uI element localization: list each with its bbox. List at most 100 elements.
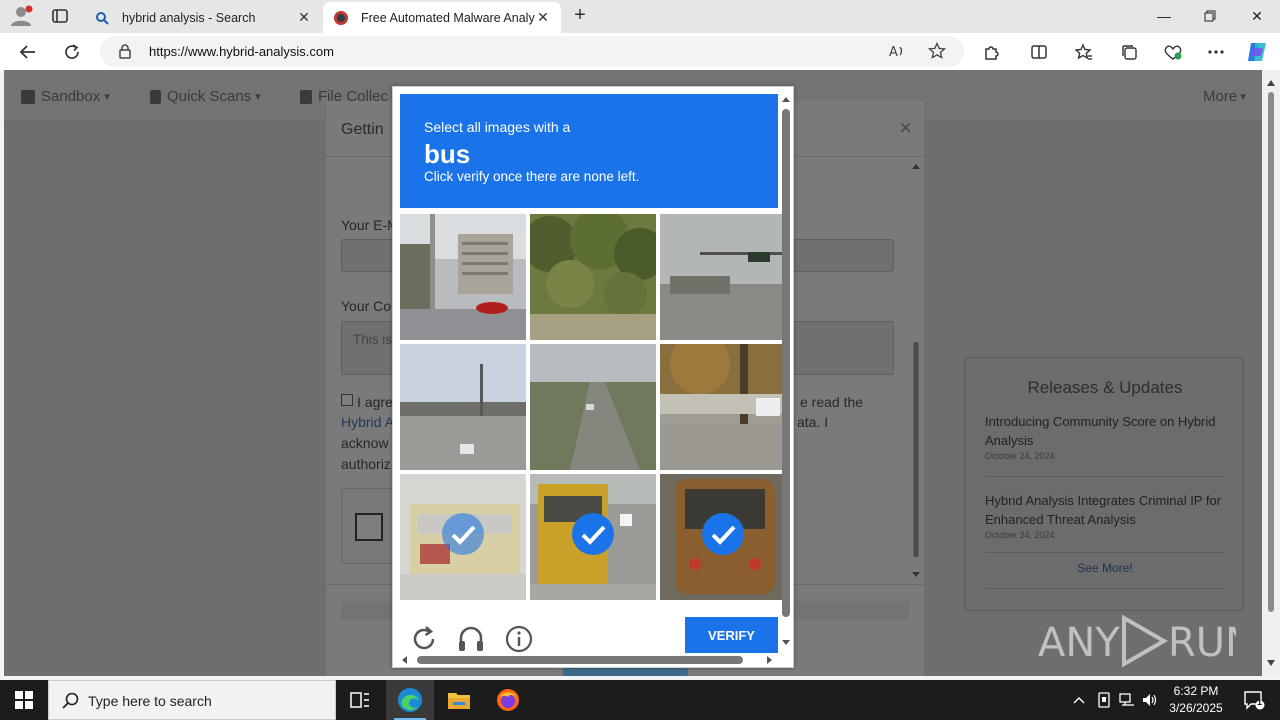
clock-date: 3/26/2025	[1169, 701, 1223, 715]
new-tab-button[interactable]: +	[568, 4, 592, 28]
files-icon	[300, 89, 312, 104]
agree-checkbox[interactable]	[341, 394, 353, 406]
captcha-horizontal-scrollbar[interactable]	[399, 653, 777, 665]
tab-hybrid-analysis[interactable]: Free Automated Malware Analysis ✕	[323, 2, 561, 33]
copilot-icon[interactable]	[1244, 39, 1270, 65]
audio-challenge-icon[interactable]	[456, 624, 486, 654]
agree-text: I agre	[357, 394, 393, 410]
nav-quick-scans[interactable]: Quick Scans ▾	[150, 88, 261, 105]
releases-title: Releases & Updates	[1027, 378, 1183, 397]
page-scrollbar[interactable]	[1262, 70, 1280, 676]
tab-title: Free Automated Malware Analysis	[361, 10, 535, 25]
verify-button[interactable]: VERIFY	[685, 617, 778, 653]
caret-down-icon: ▾	[255, 91, 261, 103]
file-explorer-icon[interactable]	[435, 680, 483, 720]
minimize-icon[interactable]: —	[1141, 0, 1187, 32]
divider	[985, 552, 1225, 553]
captcha-tile[interactable]	[660, 214, 786, 340]
taskbar-clock[interactable]: 6:32 PM 3/26/2025	[1160, 683, 1232, 717]
show-hidden-icons-icon[interactable]	[1068, 680, 1090, 720]
captcha-tile[interactable]	[530, 214, 656, 340]
url-text: https://www.hybrid-analysis.com	[149, 44, 334, 59]
browser-toolbar: https://www.hybrid-analysis.com A	[0, 33, 1280, 70]
nav-more[interactable]: More ▾	[1203, 88, 1246, 105]
captcha-vertical-scrollbar[interactable]	[780, 93, 792, 649]
favorite-star-icon[interactable]	[927, 41, 947, 65]
back-icon[interactable]	[15, 39, 41, 65]
nav-label: Sandbox	[41, 88, 101, 105]
collections-icon[interactable]	[1116, 39, 1142, 65]
windows-start-icon[interactable]	[0, 680, 48, 720]
browser-essentials-icon[interactable]	[1160, 39, 1186, 65]
captcha-tile-selected[interactable]	[660, 474, 786, 600]
modal-scrollbar[interactable]	[912, 161, 920, 581]
modal-title: Gettin	[341, 121, 384, 138]
volume-icon[interactable]	[1139, 680, 1161, 720]
captcha-tile[interactable]	[530, 344, 656, 470]
see-more-link[interactable]: See More!	[965, 561, 1245, 575]
restore-icon[interactable]	[1187, 0, 1233, 32]
close-tab-icon[interactable]: ✕	[535, 9, 551, 26]
reload-icon[interactable]	[409, 624, 439, 654]
captcha-target: bus	[424, 139, 471, 169]
split-screen-icon[interactable]	[1026, 39, 1052, 65]
terms-link[interactable]: Hybrid A	[341, 414, 394, 430]
captcha-header: Select all images with a bus Click verif…	[400, 94, 778, 208]
clock-time: 6:32 PM	[1173, 684, 1219, 698]
task-view-icon[interactable]	[336, 680, 384, 720]
close-window-icon[interactable]: ✕	[1234, 0, 1280, 32]
file-icon	[150, 89, 161, 104]
captcha-subtext: Click verify once there are none left.	[424, 169, 640, 184]
release-item[interactable]: Hybrid Analysis Integrates Criminal IP f…	[985, 491, 1225, 540]
agree-text-line4: authoriz	[341, 456, 391, 472]
release-date: October 24, 2024	[985, 530, 1055, 540]
releases-panel: Releases & Updates Introducing Community…	[964, 357, 1244, 611]
close-icon[interactable]: ×	[899, 115, 912, 141]
profile-icon[interactable]	[8, 4, 34, 28]
checkmark-icon	[442, 513, 484, 555]
nav-label: Quick Scans	[167, 88, 252, 105]
agree-text-line3: acknow	[341, 435, 389, 451]
read-aloud-icon[interactable]: A	[888, 42, 906, 65]
edge-taskbar-icon[interactable]	[386, 680, 434, 720]
divider	[985, 588, 1225, 589]
taskbar-search-box[interactable]: Type here to search	[48, 680, 336, 720]
svg-text:A: A	[889, 45, 898, 60]
info-icon[interactable]	[504, 624, 534, 654]
extensions-icon[interactable]	[978, 39, 1004, 65]
recaptcha-checkbox[interactable]	[355, 513, 383, 541]
nav-label: More	[1203, 88, 1238, 105]
email-label: Your E-M	[341, 217, 399, 233]
lock-icon[interactable]	[118, 43, 132, 64]
captcha-tile-selected[interactable]	[530, 474, 656, 600]
device-icon[interactable]	[1093, 680, 1115, 720]
nav-sandbox[interactable]: Sandbox ▾	[21, 88, 110, 105]
caret-down-icon: ▾	[1240, 91, 1246, 103]
firefox-icon[interactable]	[484, 680, 532, 720]
captcha-instruction: Select all images with a	[424, 119, 571, 135]
address-bar[interactable]: https://www.hybrid-analysis.com A	[100, 36, 964, 67]
tab-search[interactable]: hybrid analysis - Search ✕	[84, 2, 322, 33]
submit-button[interactable]	[563, 668, 688, 676]
release-title: Introducing Community Score on Hybrid An…	[985, 414, 1216, 448]
network-icon[interactable]	[1116, 680, 1138, 720]
cube-icon	[21, 89, 35, 104]
refresh-icon[interactable]	[59, 39, 85, 65]
release-item[interactable]: Introducing Community Score on Hybrid An…	[985, 412, 1225, 461]
tab-actions-icon[interactable]	[50, 6, 70, 26]
caret-down-icon: ▾	[104, 91, 110, 103]
favorites-icon[interactable]	[1071, 39, 1097, 65]
captcha-challenge: Select all images with a bus Click verif…	[392, 86, 794, 668]
more-menu-icon[interactable]	[1203, 39, 1229, 65]
search-icon	[62, 692, 80, 715]
agree-text-line2: ata. I	[797, 414, 829, 430]
captcha-tile[interactable]	[660, 344, 786, 470]
recaptcha-widget	[341, 488, 395, 564]
notification-center-icon[interactable]: 1	[1234, 680, 1274, 720]
comment-placeholder: This is	[353, 332, 393, 347]
close-tab-icon[interactable]: ✕	[296, 9, 312, 26]
captcha-tile[interactable]	[400, 214, 526, 340]
search-icon	[94, 10, 110, 26]
captcha-tile[interactable]	[400, 344, 526, 470]
captcha-tile-selected[interactable]	[400, 474, 526, 600]
